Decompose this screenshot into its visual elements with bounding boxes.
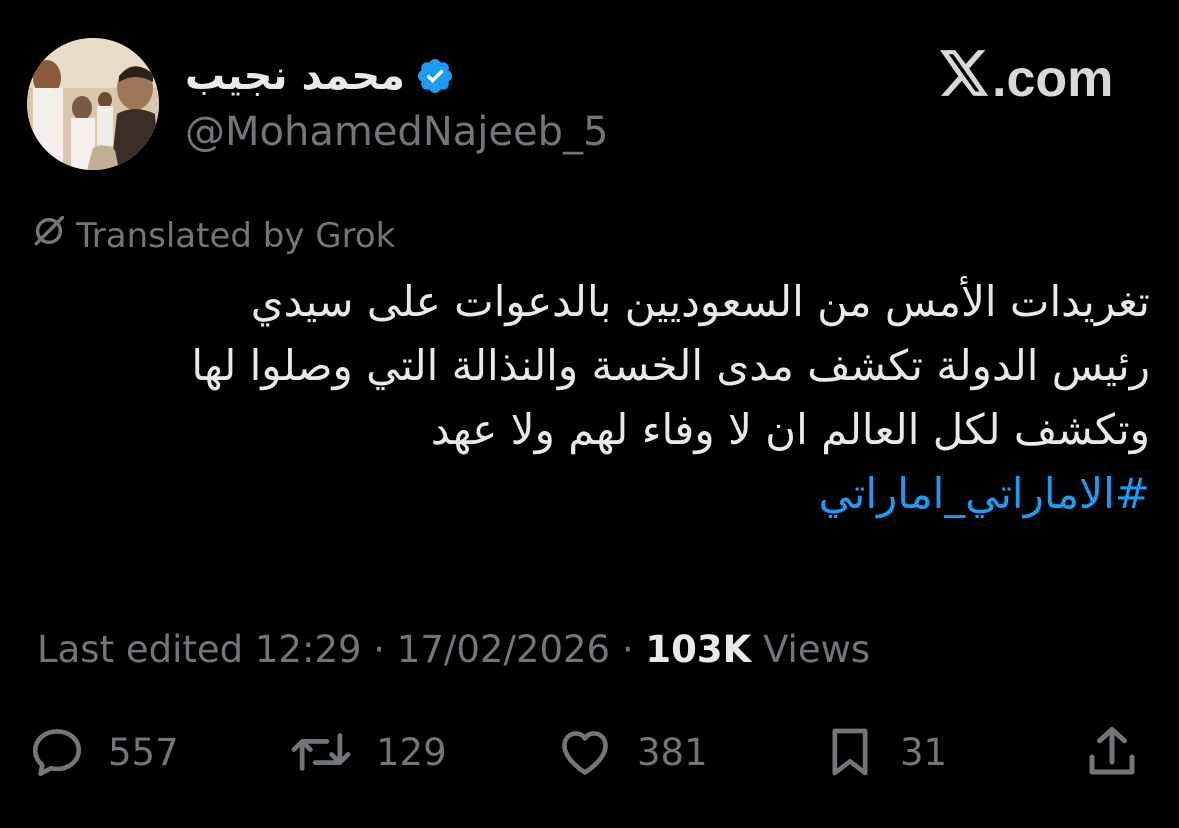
tweet-text: تغريدات الأمس من السعوديين بالدعوات على …: [60, 270, 1150, 526]
reply-count: 557: [108, 730, 179, 774]
bookmark-count: 31: [900, 730, 948, 774]
bookmark-button[interactable]: 31: [822, 722, 947, 782]
translation-notice[interactable]: Translated by Grok: [30, 212, 395, 260]
tweet-time[interactable]: 12:29: [255, 628, 362, 671]
tweet-line: تغريدات الأمس من السعوديين بالدعوات على …: [250, 277, 1150, 326]
edited-label[interactable]: Last edited: [37, 628, 243, 671]
brand-label: .com: [992, 50, 1114, 108]
x-logo-icon: [940, 50, 990, 108]
retweet-count: 129: [376, 730, 447, 774]
display-name[interactable]: محمد نجيب: [185, 52, 405, 100]
meta-separator: ·: [621, 628, 634, 671]
retweet-icon: [288, 723, 354, 781]
heart-icon: [555, 723, 615, 781]
grok-icon: [30, 212, 68, 260]
tweet-meta: Last edited 12:29 · 17/02/2026 · 103K Vi…: [37, 626, 870, 674]
author-handle[interactable]: @MohamedNajeeb_5: [185, 108, 608, 156]
profile-photo: [27, 38, 159, 170]
views-label: Views: [763, 628, 871, 671]
retweet-button[interactable]: 129: [288, 722, 447, 782]
bookmark-icon: [822, 722, 878, 782]
share-button[interactable]: [1082, 722, 1142, 782]
tweet-date[interactable]: 17/02/2026: [397, 628, 610, 671]
hashtag-link[interactable]: #الاماراتي_اماراتي: [60, 462, 1150, 526]
share-icon: [1082, 722, 1142, 782]
reply-icon: [28, 723, 86, 781]
avatar[interactable]: [27, 38, 159, 170]
brand-watermark: .com: [940, 50, 1113, 108]
reply-button[interactable]: 557: [28, 722, 179, 782]
verified-badge-icon: [415, 56, 455, 96]
meta-separator: ·: [373, 628, 386, 671]
like-count: 381: [637, 730, 708, 774]
like-button[interactable]: 381: [555, 722, 708, 782]
tweet-line: رئيس الدولة تكشف مدى الخسة والنذالة التي…: [191, 341, 1150, 390]
views-count[interactable]: 103K: [645, 628, 751, 671]
tweet-line: وتكشف لكل العالم ان لا وفاء لهم ولا عهد: [430, 405, 1150, 454]
author-name-row[interactable]: محمد نجيب: [185, 52, 455, 100]
translation-label: Translated by Grok: [76, 216, 396, 256]
